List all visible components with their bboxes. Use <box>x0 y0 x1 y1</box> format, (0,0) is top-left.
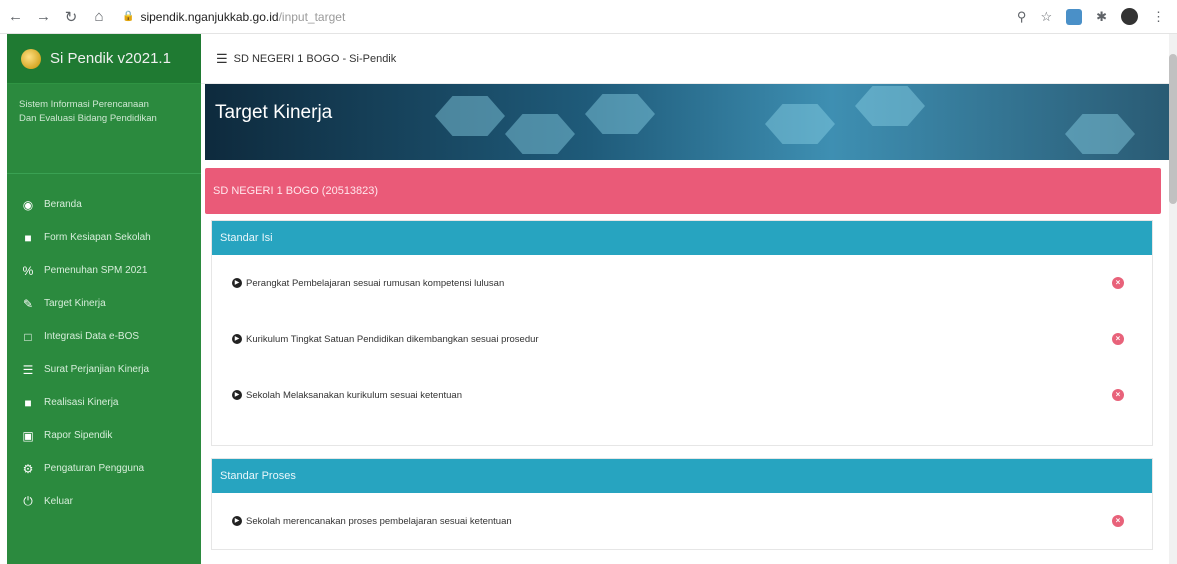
sidebar-item-label: Keluar <box>44 496 73 507</box>
browser-actions: ⚲ ☆ ✱ ⋮ <box>1017 8 1165 25</box>
list-item: Sekolah Melaksanakan kurikulum sesuai ke… <box>212 367 1152 423</box>
section-header: Standar Isi <box>212 221 1152 255</box>
remove-icon[interactable]: × <box>1112 389 1124 401</box>
cogs-icon: ⚙ <box>22 461 34 476</box>
card-spacer <box>212 423 1152 445</box>
sidebar-item-label: Pengaturan Pengguna <box>44 463 145 474</box>
scrollbar-thumb[interactable] <box>1169 54 1177 204</box>
sidebar-item-target-kinerja[interactable]: ✎ Target Kinerja <box>7 287 201 320</box>
sidebar-item-label: Rapor Sipendik <box>44 430 113 441</box>
dashboard-icon: ◉ <box>22 197 34 212</box>
topbar-title: SD NEGERI 1 BOGO - Si-Pendik <box>233 52 397 65</box>
reload-icon[interactable]: ↻ <box>64 8 78 26</box>
banner-hex-decoration <box>1065 114 1135 154</box>
puzzle-icon[interactable]: ✱ <box>1096 9 1107 25</box>
list-item: Kurikulum Tingkat Satuan Pendidikan dike… <box>212 311 1152 367</box>
remove-icon[interactable]: × <box>1112 333 1124 345</box>
page-banner: Target Kinerja <box>205 84 1169 160</box>
logo-icon <box>21 48 41 69</box>
card-icon: ▣ <box>22 428 34 443</box>
zoom-icon[interactable]: ⚲ <box>1017 9 1027 25</box>
sidebar-item-label: Target Kinerja <box>44 298 106 309</box>
subtitle-line: Sistem Informasi Perencanaan <box>19 99 149 110</box>
browser-toolbar: ← → ↻ ⌂ 🔒 sipendik.nganjukkab.go.id/inpu… <box>0 0 1177 34</box>
edit-icon: ✎ <box>22 296 34 311</box>
extension-icon[interactable] <box>1066 8 1083 25</box>
sidebar-item-surat-perjanjian[interactable]: ☰ Surat Perjanjian Kinerja <box>7 353 201 386</box>
sidebar-item-beranda[interactable]: ◉ Beranda <box>7 188 201 221</box>
sidebar-item-keluar[interactable]: ⏻ Keluar <box>7 485 201 518</box>
item-text: Sekolah Melaksanakan kurikulum sesuai ke… <box>232 390 462 401</box>
url-path: /input_target <box>278 9 346 24</box>
app-subtitle: Sistem Informasi Perencanaan Dan Evaluas… <box>7 84 201 174</box>
file-icon: ■ <box>24 395 32 410</box>
browser-nav: ← → ↻ ⌂ <box>0 8 106 26</box>
list-item: Sekolah merencanakan proses pembelajaran… <box>212 493 1152 549</box>
back-icon[interactable]: ← <box>8 8 23 25</box>
page-scrollbar[interactable] <box>1169 34 1177 564</box>
sidebar-item-label: Realisasi Kinerja <box>44 397 119 408</box>
item-text: Perangkat Pembelajaran sesuai rumusan ko… <box>232 278 504 289</box>
section-title: Standar Isi <box>220 232 273 244</box>
percent-icon: % <box>22 263 34 278</box>
url-domain: sipendik.nganjukkab.go.id <box>140 9 279 24</box>
section-card: Standar Proses Sekolah merencanakan pros… <box>211 458 1153 550</box>
power-icon: ⏻ <box>23 494 33 508</box>
banner-hex-decoration <box>765 104 835 144</box>
school-name: SD NEGERI 1 BOGO (20513823) <box>213 185 379 197</box>
brand[interactable]: Si Pendik v2021.1 <box>7 34 201 84</box>
main-content: SD NEGERI 1 BOGO (20513823) Standar Isi … <box>205 168 1161 550</box>
remove-icon[interactable]: × <box>1112 277 1124 289</box>
list-icon: ☰ <box>22 362 34 377</box>
top-bar: ☰ SD NEGERI 1 BOGO - Si-Pendik <box>201 34 1177 84</box>
banner-hex-decoration <box>855 86 925 126</box>
section-header: Standar Proses <box>212 459 1152 493</box>
menu-dots-icon[interactable]: ⋮ <box>1152 9 1165 25</box>
section-title: Standar Proses <box>220 470 296 482</box>
sidebar-item-pengaturan-pengguna[interactable]: ⚙ Pengaturan Pengguna <box>7 452 201 485</box>
item-text: Kurikulum Tingkat Satuan Pendidikan dike… <box>232 334 539 345</box>
item-text: Sekolah merencanakan proses pembelajaran… <box>232 516 512 527</box>
banner-hex-decoration <box>435 96 505 136</box>
sidebar-item-label: Beranda <box>44 199 82 210</box>
sidebar-item-label: Surat Perjanjian Kinerja <box>44 364 150 375</box>
sidebar-item-label: Pemenuhan SPM 2021 <box>44 265 148 276</box>
banner-hex-decoration <box>505 114 575 154</box>
section-card: Standar Isi Perangkat Pembelajaran sesua… <box>211 220 1153 446</box>
sidebar-item-integrasi-ebos[interactable]: □ Integrasi Data e-BOS <box>7 320 201 353</box>
home-icon[interactable]: ⌂ <box>92 8 106 25</box>
star-icon[interactable]: ☆ <box>1040 9 1052 25</box>
school-header: SD NEGERI 1 BOGO (20513823) <box>205 168 1161 214</box>
address-bar[interactable]: 🔒 sipendik.nganjukkab.go.id/input_target <box>122 10 345 24</box>
brand-title: Si Pendik v2021.1 <box>50 50 171 67</box>
subtitle-line: Dan Evaluasi Bidang Pendidikan <box>19 113 157 124</box>
banner-hex-decoration <box>585 94 655 134</box>
sidebar: Si Pendik v2021.1 Sistem Informasi Peren… <box>7 34 201 564</box>
file-icon: ■ <box>24 230 32 245</box>
sidebar-item-rapor-sipendik[interactable]: ▣ Rapor Sipendik <box>7 419 201 452</box>
sidebar-item-realisasi-kinerja[interactable]: ■ Realisasi Kinerja <box>7 386 201 419</box>
monitor-icon: □ <box>24 329 32 344</box>
sidebar-item-form-kesiapan[interactable]: ■ Form Kesiapan Sekolah <box>7 221 201 254</box>
sidebar-menu: ◉ Beranda ■ Form Kesiapan Sekolah % Peme… <box>7 174 201 518</box>
lock-icon: 🔒 <box>122 11 135 22</box>
page-title: Target Kinerja <box>215 102 333 123</box>
sidebar-item-pemenuhan-spm[interactable]: % Pemenuhan SPM 2021 <box>7 254 201 287</box>
hamburger-icon[interactable]: ☰ <box>216 51 228 67</box>
sidebar-item-label: Form Kesiapan Sekolah <box>44 232 151 243</box>
remove-icon[interactable]: × <box>1112 515 1124 527</box>
sidebar-item-label: Integrasi Data e-BOS <box>44 331 140 342</box>
list-item: Perangkat Pembelajaran sesuai rumusan ko… <box>212 255 1152 311</box>
forward-icon[interactable]: → <box>36 8 51 25</box>
profile-icon[interactable] <box>1121 8 1138 25</box>
